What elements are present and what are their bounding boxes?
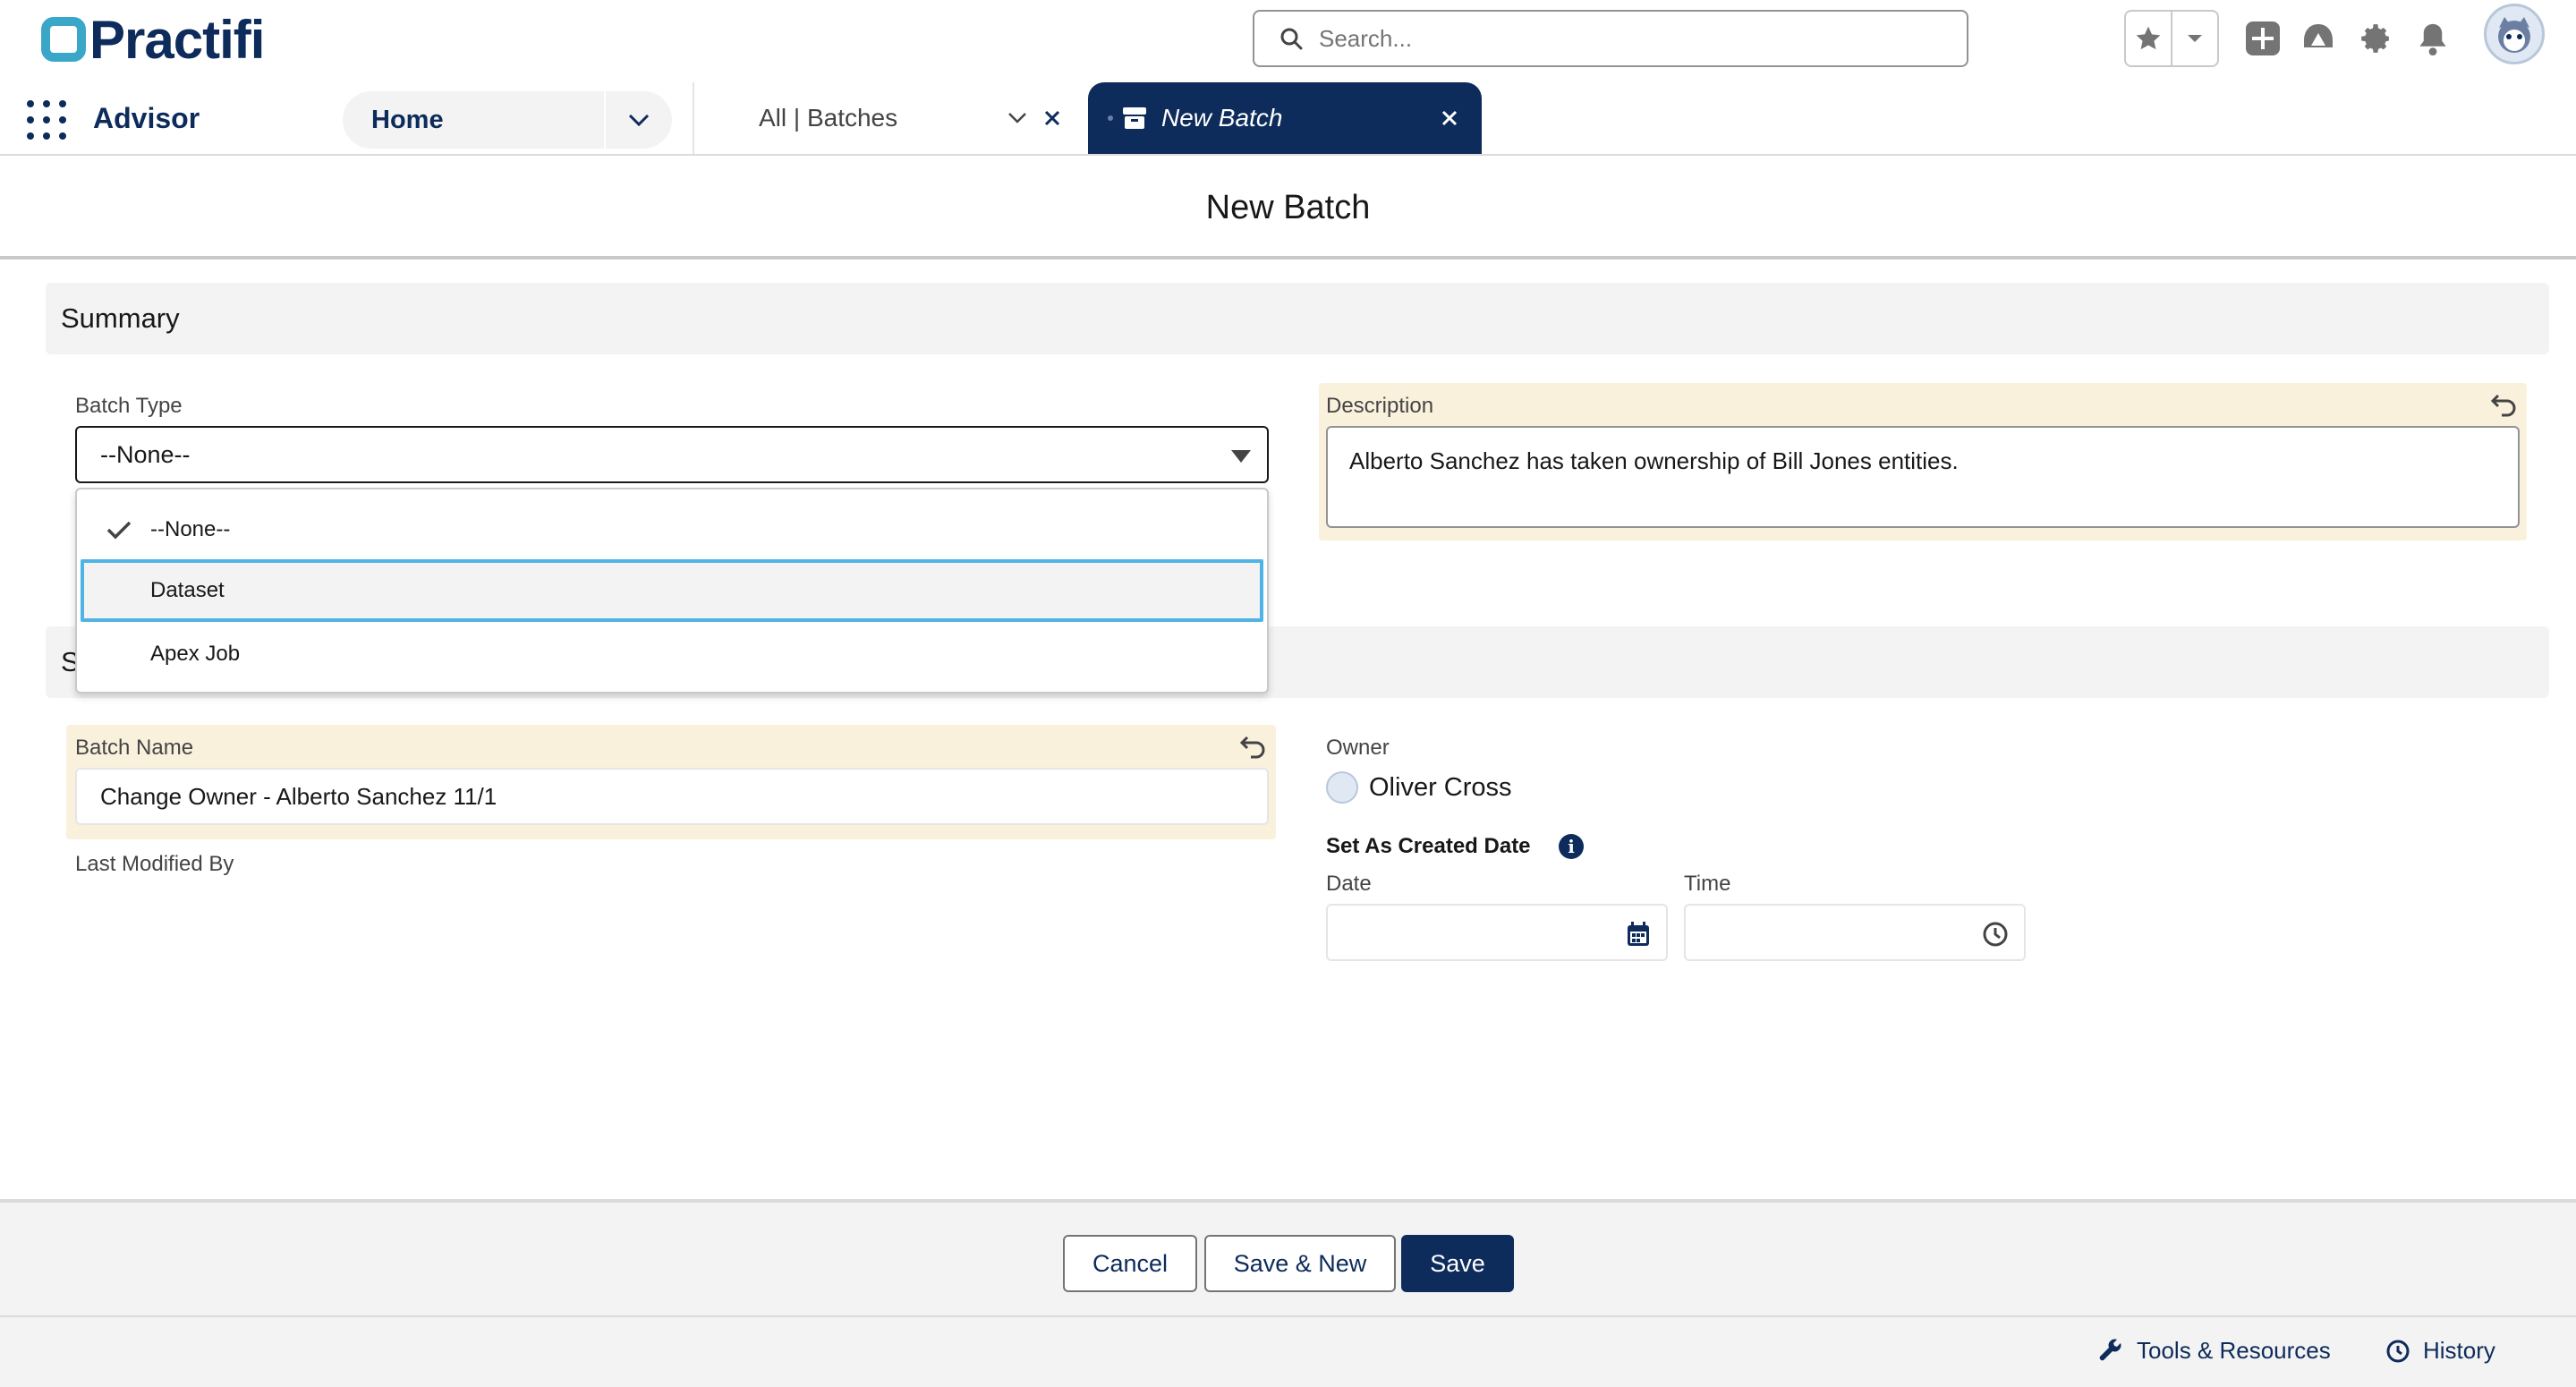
section-summary-title: Summary [61, 302, 180, 334]
bell-icon [2419, 23, 2446, 55]
tab-new-batch[interactable]: New Batch [1088, 82, 1482, 154]
app-name: Advisor [93, 102, 200, 134]
close-icon[interactable] [1441, 109, 1458, 127]
batch-name-label: Batch Name [75, 736, 194, 760]
description-label: Description [1326, 394, 1434, 418]
app-nav-bar: Advisor Home All | Batches New Batch [0, 82, 2576, 156]
option-label: Apex Job [150, 642, 241, 666]
notifications-button[interactable] [2414, 20, 2452, 57]
utility-bar: Tools & Resources History [0, 1315, 2576, 1387]
tab-home-label: Home [371, 105, 444, 134]
avatar-icon [2498, 17, 2530, 53]
gear-icon [2361, 24, 2389, 53]
page-title: New Batch [1205, 189, 1371, 226]
star-icon [2136, 26, 2161, 50]
undo-icon[interactable] [1238, 730, 1269, 761]
favorites-star-button[interactable] [2126, 12, 2171, 65]
option-label: --None-- [150, 517, 231, 541]
calendar-icon[interactable] [1627, 922, 1650, 947]
section-summary[interactable]: Summary [46, 283, 2549, 354]
undo-icon[interactable] [2489, 388, 2520, 419]
time-input[interactable] [1684, 904, 2026, 961]
app-launcher-icon[interactable] [27, 100, 66, 140]
search-icon [1280, 28, 1303, 50]
trailhead-icon [2304, 24, 2333, 47]
save-button[interactable]: Save [1401, 1235, 1514, 1292]
home-menu-button[interactable] [606, 113, 672, 127]
batch-type-value: --None-- [100, 440, 191, 468]
utility-tools-label: Tools & Resources [2137, 1337, 2331, 1364]
owner-name[interactable]: Oliver Cross [1369, 773, 1512, 803]
practifi-logo[interactable]: Practifi [41, 10, 265, 70]
save-and-new-button[interactable]: Save & New [1204, 1235, 1396, 1292]
caret-down-icon [1231, 450, 1251, 463]
tab-home[interactable]: Home [343, 91, 672, 149]
owner-avatar [1326, 771, 1358, 804]
check-icon [106, 521, 132, 540]
owner-label: Owner [1326, 736, 1390, 760]
chevron-down-icon [628, 114, 650, 127]
dropdown-option-apex-job[interactable]: Apex Job [77, 623, 1267, 685]
clock-icon[interactable] [1983, 922, 2008, 947]
global-search[interactable] [1253, 10, 1968, 67]
utility-history-label: History [2423, 1337, 2495, 1364]
logo-text: Practifi [89, 9, 265, 70]
trailhead-button[interactable] [2300, 20, 2337, 57]
chevron-down-icon[interactable] [1007, 111, 1027, 125]
batch-icon [1123, 107, 1146, 129]
last-modified-by-label: Last Modified By [75, 852, 234, 876]
search-input[interactable] [1319, 24, 1945, 53]
description-textarea[interactable]: Alberto Sanchez has taken ownership of B… [1326, 426, 2520, 528]
batch-type-label: Batch Type [75, 394, 183, 418]
user-avatar[interactable] [2484, 4, 2545, 64]
global-actions-button[interactable] [2244, 20, 2282, 57]
global-header: Practifi [0, 0, 2576, 82]
batch-name-input[interactable] [75, 768, 1269, 825]
favorites-group [2124, 10, 2219, 67]
modal-header: New Batch [0, 156, 2576, 260]
owner-value[interactable]: Oliver Cross [1326, 771, 1512, 804]
cancel-button[interactable]: Cancel [1063, 1235, 1197, 1292]
tab-new-batch-label: New Batch [1161, 104, 1283, 132]
logo-mark-icon [41, 17, 86, 62]
add-icon [2246, 21, 2280, 55]
tab-all-batches[interactable]: All | Batches [694, 82, 1088, 154]
batch-type-select[interactable]: --None-- [75, 426, 1269, 483]
wrench-icon [2099, 1339, 2121, 1360]
tab-all-batches-label: All | Batches [759, 104, 898, 132]
setup-button[interactable] [2357, 20, 2394, 57]
dropdown-option-none[interactable]: --None-- [77, 498, 1267, 561]
batch-type-dropdown: --None-- Dataset Apex Job [75, 488, 1269, 694]
date-label: Date [1326, 872, 1372, 896]
time-label: Time [1684, 872, 1731, 896]
modal-footer: Cancel Save & New Save [0, 1199, 2576, 1315]
date-input[interactable] [1326, 904, 1668, 961]
info-icon[interactable]: i [1559, 834, 1584, 859]
clock-icon [2386, 1340, 2410, 1362]
utility-history[interactable]: History [2385, 1337, 2495, 1365]
favorites-menu-button[interactable] [2171, 12, 2217, 65]
utility-tools-resources[interactable]: Tools & Resources [2097, 1337, 2331, 1365]
dropdown-option-dataset[interactable]: Dataset [81, 559, 1263, 622]
set-as-created-date-label: Set As Created Date [1326, 834, 1531, 858]
option-label: Dataset [150, 578, 225, 602]
close-icon[interactable] [1043, 109, 1061, 127]
chevron-down-icon [2188, 35, 2202, 42]
